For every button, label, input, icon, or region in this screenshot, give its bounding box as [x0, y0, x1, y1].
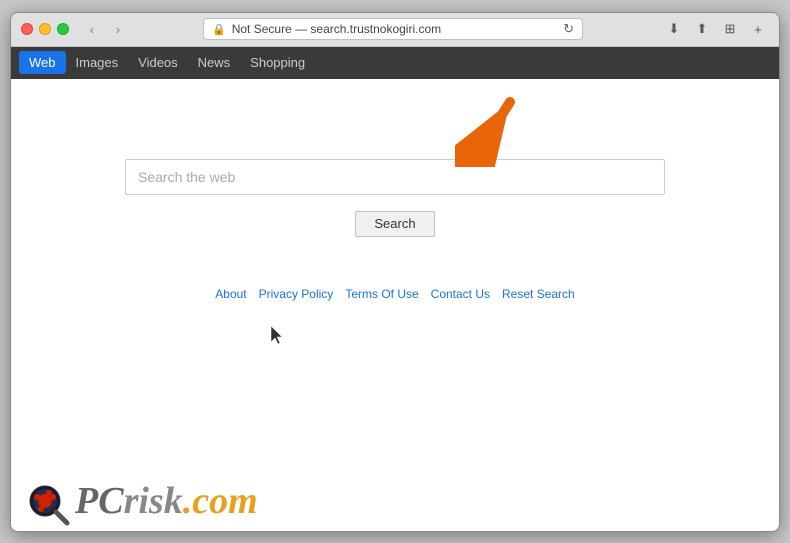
tab-images[interactable]: Images [66, 51, 129, 74]
nav-tabs-bar: Web Images Videos News Shopping [11, 47, 779, 79]
privacy-policy-link[interactable]: Privacy Policy [259, 287, 334, 301]
risk-text: risk [124, 480, 183, 522]
minimize-button[interactable] [39, 23, 51, 35]
toolbar-icons: ⬇ ⬆ ⊞ + [663, 18, 769, 40]
search-input-wrapper [125, 159, 665, 195]
about-link[interactable]: About [215, 287, 246, 301]
search-input[interactable] [125, 159, 665, 195]
tab-news[interactable]: News [188, 51, 241, 74]
browser-window: ‹ › 🔒 Not Secure — search.trustnokogiri.… [10, 12, 780, 532]
lock-icon: 🔒 [212, 23, 226, 36]
sidebar-button[interactable]: ⊞ [719, 18, 741, 40]
search-button[interactable]: Search [355, 211, 435, 237]
cursor-indicator [271, 326, 283, 344]
new-tab-button[interactable]: + [747, 18, 769, 40]
traffic-lights [21, 23, 69, 35]
com-text: .com [183, 480, 258, 522]
orange-arrow [455, 87, 535, 172]
share-button[interactable]: ⬆ [691, 18, 713, 40]
tab-web[interactable]: Web [19, 51, 66, 74]
pcrisk-logo-icon [23, 479, 67, 523]
address-text: Not Secure — search.trustnokogiri.com [232, 22, 441, 36]
pc-text: PC [75, 480, 124, 522]
address-bar-container: 🔒 Not Secure — search.trustnokogiri.com … [137, 18, 649, 40]
contact-us-link[interactable]: Contact Us [431, 287, 490, 301]
content-area: Search About Privacy Policy Terms Of Use… [11, 79, 779, 531]
back-button[interactable]: ‹ [81, 18, 103, 40]
maximize-button[interactable] [57, 23, 69, 35]
reset-search-link[interactable]: Reset Search [502, 287, 575, 301]
title-bar: ‹ › 🔒 Not Secure — search.trustnokogiri.… [11, 13, 779, 47]
tab-shopping[interactable]: Shopping [240, 51, 315, 74]
address-bar[interactable]: 🔒 Not Secure — search.trustnokogiri.com … [203, 18, 583, 40]
footer-links: About Privacy Policy Terms Of Use Contac… [215, 287, 574, 301]
terms-of-use-link[interactable]: Terms Of Use [345, 287, 418, 301]
pcrisk-brand-text: PCrisk.com [75, 479, 258, 523]
watermark: PCrisk.com [11, 471, 270, 531]
tab-videos[interactable]: Videos [128, 51, 188, 74]
nav-buttons: ‹ › [81, 18, 129, 40]
forward-button[interactable]: › [107, 18, 129, 40]
download-button[interactable]: ⬇ [663, 18, 685, 40]
search-section: Search [11, 159, 779, 237]
reload-button[interactable]: ↻ [563, 21, 574, 37]
close-button[interactable] [21, 23, 33, 35]
